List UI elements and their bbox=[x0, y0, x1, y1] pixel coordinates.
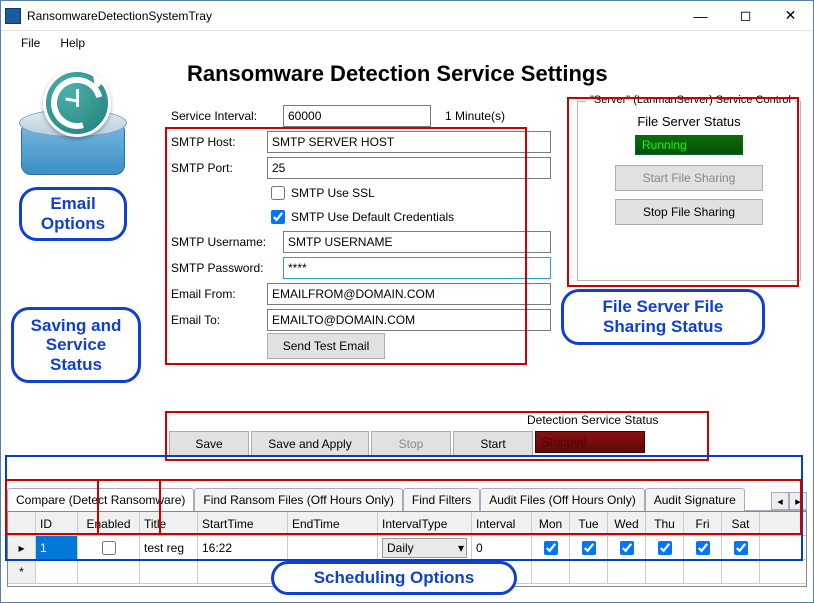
smtp-default-creds-checkbox[interactable] bbox=[271, 210, 285, 224]
col-endtime[interactable]: EndTime bbox=[288, 512, 378, 535]
cell-intervaltype-combo[interactable]: Daily▾ bbox=[382, 538, 467, 558]
file-server-status-heading: File Server Status bbox=[588, 114, 790, 129]
file-server-status: Running bbox=[635, 135, 743, 155]
interval-input[interactable] bbox=[283, 105, 431, 127]
col-interval[interactable]: Interval bbox=[472, 512, 532, 535]
tab-audit-signature[interactable]: Audit Signature bbox=[645, 488, 745, 511]
smtp-host-label: SMTP Host: bbox=[171, 135, 267, 149]
email-to-input[interactable] bbox=[267, 309, 551, 331]
settings-form: Service Interval: 1 Minute(s) SMTP Host:… bbox=[171, 103, 551, 359]
email-to-label: Email To: bbox=[171, 313, 267, 327]
col-enabled[interactable]: Enabled bbox=[78, 512, 140, 535]
col-tue[interactable]: Tue bbox=[570, 512, 608, 535]
smtp-port-input[interactable] bbox=[267, 157, 551, 179]
cell-mon[interactable] bbox=[544, 541, 558, 555]
tab-strip: Compare (Detect Ransomware) Find Ransom … bbox=[7, 487, 807, 511]
menubar: File Help bbox=[1, 31, 813, 55]
email-from-label: Email From: bbox=[171, 287, 267, 301]
minimize-button[interactable]: ― bbox=[678, 1, 723, 30]
titlebar: RansomwareDetectionSystemTray ― ◻ ✕ bbox=[1, 1, 813, 31]
col-wed[interactable]: Wed bbox=[608, 512, 646, 535]
col-id[interactable]: ID bbox=[36, 512, 78, 535]
callout-server: File Server File Sharing Status bbox=[561, 289, 765, 345]
col-intervaltype[interactable]: IntervalType bbox=[378, 512, 472, 535]
app-icon bbox=[5, 8, 21, 24]
cell-interval[interactable]: 0 bbox=[472, 536, 532, 559]
page-title: Ransomware Detection Service Settings bbox=[187, 61, 803, 87]
server-control-group: "Server" (LanmanServer) Service Control … bbox=[577, 101, 801, 281]
stop-service-button[interactable]: Stop bbox=[371, 431, 451, 457]
tab-scroll-right[interactable]: ▸ bbox=[789, 492, 807, 510]
col-fri[interactable]: Fri bbox=[684, 512, 722, 535]
cell-thu[interactable] bbox=[658, 541, 672, 555]
app-logo-icon bbox=[17, 69, 129, 181]
chevron-down-icon: ▾ bbox=[458, 541, 464, 555]
new-row-icon: * bbox=[8, 560, 36, 583]
start-file-sharing-button[interactable]: Start File Sharing bbox=[615, 165, 763, 191]
cell-starttime[interactable]: 16:22 bbox=[198, 536, 288, 559]
callout-scheduling: Scheduling Options bbox=[271, 561, 517, 595]
tab-find-filters[interactable]: Find Filters bbox=[403, 488, 480, 511]
detection-status-label: Detection Service Status bbox=[527, 413, 658, 427]
send-test-email-button[interactable]: Send Test Email bbox=[267, 333, 385, 359]
window-title: RansomwareDetectionSystemTray bbox=[27, 9, 678, 23]
cell-fri[interactable] bbox=[696, 541, 710, 555]
col-thu[interactable]: Thu bbox=[646, 512, 684, 535]
detection-service-status: Stopped bbox=[535, 431, 645, 453]
cell-endtime[interactable] bbox=[288, 536, 378, 559]
smtp-username-label: SMTP Username: bbox=[171, 235, 283, 249]
smtp-host-input[interactable] bbox=[267, 131, 551, 153]
interval-label: Service Interval: bbox=[171, 109, 283, 123]
col-title[interactable]: Title bbox=[140, 512, 198, 535]
save-button[interactable]: Save bbox=[169, 431, 249, 457]
cell-title[interactable]: test reg bbox=[140, 536, 198, 559]
smtp-username-input[interactable] bbox=[283, 231, 551, 253]
action-row: Detection Service Status Save Save and A… bbox=[169, 431, 709, 457]
smtp-port-label: SMTP Port: bbox=[171, 161, 267, 175]
stop-file-sharing-button[interactable]: Stop File Sharing bbox=[615, 199, 763, 225]
maximize-button[interactable]: ◻ bbox=[723, 1, 768, 30]
tab-find-ransom[interactable]: Find Ransom Files (Off Hours Only) bbox=[194, 488, 403, 511]
server-control-legend: "Server" (LanmanServer) Service Control bbox=[586, 94, 795, 106]
tab-scroll-left[interactable]: ◂ bbox=[771, 492, 789, 510]
interval-unit: 1 Minute(s) bbox=[445, 109, 505, 123]
start-service-button[interactable]: Start bbox=[453, 431, 533, 457]
smtp-ssl-checkbox[interactable] bbox=[271, 186, 285, 200]
cell-enabled-checkbox[interactable] bbox=[102, 541, 116, 555]
cell-id[interactable]: 1 bbox=[36, 536, 78, 559]
col-sat[interactable]: Sat bbox=[722, 512, 760, 535]
callout-email: Email Options bbox=[19, 187, 127, 241]
smtp-password-label: SMTP Password: bbox=[171, 261, 283, 275]
smtp-ssl-label: SMTP Use SSL bbox=[291, 186, 375, 200]
cell-tue[interactable] bbox=[582, 541, 596, 555]
smtp-default-creds-label: SMTP Use Default Credentials bbox=[291, 210, 454, 224]
col-mon[interactable]: Mon bbox=[532, 512, 570, 535]
callout-saving: Saving and Service Status bbox=[11, 307, 141, 383]
menu-file[interactable]: File bbox=[11, 32, 50, 54]
close-button[interactable]: ✕ bbox=[768, 1, 813, 30]
row-indicator-icon: ▸ bbox=[8, 536, 36, 559]
tab-compare[interactable]: Compare (Detect Ransomware) bbox=[7, 488, 194, 511]
cell-sat[interactable] bbox=[734, 541, 748, 555]
email-from-input[interactable] bbox=[267, 283, 551, 305]
cell-wed[interactable] bbox=[620, 541, 634, 555]
tab-audit-files[interactable]: Audit Files (Off Hours Only) bbox=[480, 488, 644, 511]
smtp-password-input[interactable] bbox=[283, 257, 551, 279]
col-starttime[interactable]: StartTime bbox=[198, 512, 288, 535]
menu-help[interactable]: Help bbox=[50, 32, 95, 54]
table-row[interactable]: ▸ 1 test reg 16:22 Daily▾ 0 bbox=[8, 536, 806, 560]
save-apply-button[interactable]: Save and Apply bbox=[251, 431, 369, 457]
